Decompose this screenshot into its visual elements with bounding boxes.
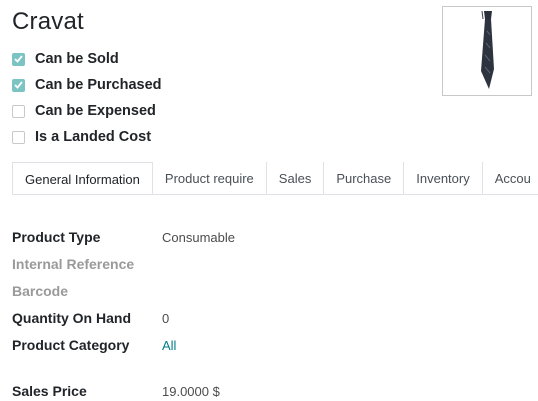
product-options: Can be Sold Can be Purchased Can be Expe… — [12, 46, 162, 150]
sales-price-value[interactable]: 19.0000 $ — [162, 384, 220, 399]
quantity-on-hand-label: Quantity On Hand — [12, 310, 131, 326]
checkmark-icon — [14, 55, 23, 63]
field-product-category: Product Category All — [12, 337, 176, 353]
necktie-image-icon — [481, 10, 494, 89]
tab-general-information[interactable]: General Information — [12, 162, 153, 194]
option-can-be-purchased[interactable]: Can be Purchased — [12, 72, 162, 98]
product-type-value[interactable]: Consumable — [162, 230, 235, 245]
product-image[interactable] — [442, 6, 532, 96]
option-can-be-sold[interactable]: Can be Sold — [12, 46, 162, 72]
field-internal-reference: Internal Reference — [12, 256, 162, 272]
product-name[interactable]: Cravat — [12, 8, 84, 36]
product-category-link[interactable]: All — [162, 338, 176, 353]
can-be-purchased-checkbox[interactable] — [12, 78, 25, 92]
product-type-label: Product Type — [12, 229, 101, 245]
product-category-label: Product Category — [12, 337, 130, 353]
can-be-purchased-label: Can be Purchased — [35, 77, 162, 93]
field-product-type: Product Type Consumable — [12, 229, 235, 245]
can-be-sold-checkbox[interactable] — [12, 52, 25, 66]
tab-purchase[interactable]: Purchase — [324, 162, 405, 194]
option-can-be-expensed[interactable]: Can be Expensed — [12, 98, 162, 124]
is-landed-cost-label: Is a Landed Cost — [35, 129, 152, 145]
is-landed-cost-checkbox[interactable] — [12, 130, 25, 144]
field-barcode: Barcode — [12, 283, 162, 299]
tab-product-require[interactable]: Product require — [152, 162, 267, 194]
sales-price-label: Sales Price — [12, 383, 87, 399]
tab-inventory[interactable]: Inventory — [404, 162, 483, 194]
field-sales-price: Sales Price 19.0000 $ — [12, 383, 220, 399]
option-is-landed-cost[interactable]: Is a Landed Cost — [12, 124, 162, 150]
product-tabs: General Information Product require Sale… — [12, 162, 538, 195]
tab-accounting[interactable]: Accou — [482, 162, 538, 194]
can-be-expensed-checkbox[interactable] — [12, 104, 25, 118]
internal-reference-label: Internal Reference — [12, 256, 135, 272]
quantity-on-hand-value[interactable]: 0 — [162, 311, 169, 326]
checkmark-icon — [14, 81, 23, 89]
can-be-expensed-label: Can be Expensed — [35, 103, 156, 119]
barcode-label: Barcode — [12, 283, 69, 299]
tab-sales[interactable]: Sales — [266, 162, 325, 194]
field-quantity-on-hand: Quantity On Hand 0 — [12, 310, 169, 326]
can-be-sold-label: Can be Sold — [35, 51, 119, 67]
